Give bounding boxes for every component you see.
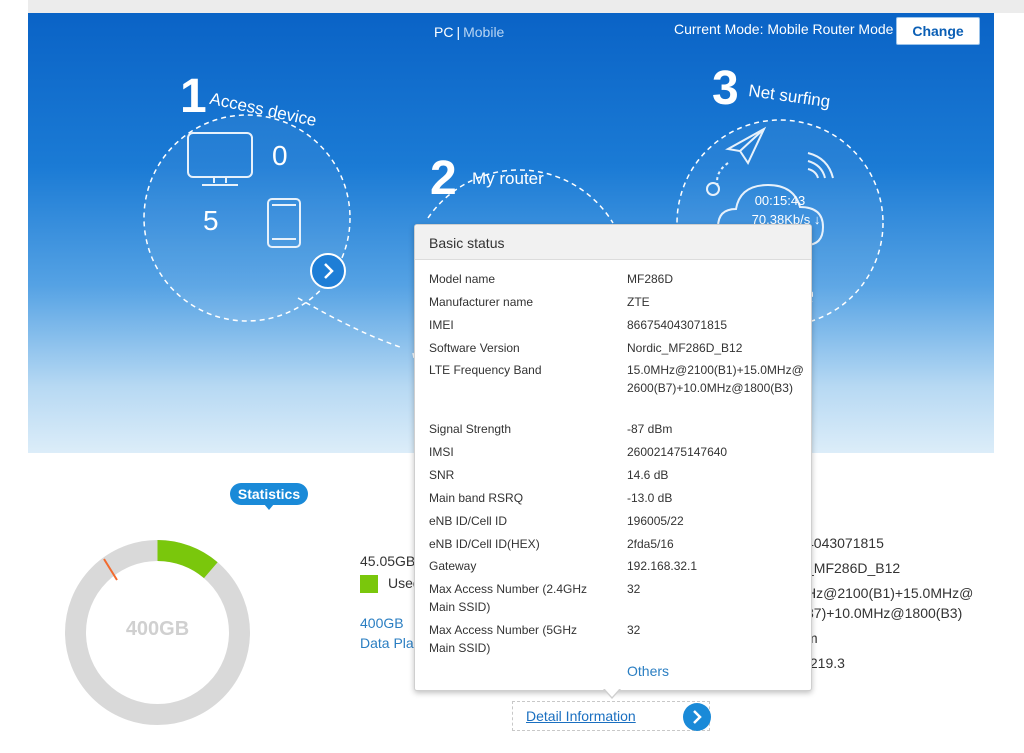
statistics-badge: Statistics — [230, 483, 308, 510]
mobile-link[interactable]: Mobile — [463, 24, 504, 40]
chevron-right-icon — [693, 710, 702, 724]
popup-pointer — [603, 688, 621, 699]
detail-information-link[interactable]: Detail Information — [526, 708, 636, 724]
view-separator: | — [456, 24, 461, 40]
snr-value: 14.6 dB — [627, 468, 669, 482]
chevron-right-icon — [324, 263, 334, 279]
max-access-5ghz-value: 32 — [627, 623, 641, 637]
used-legend: Used — [360, 575, 421, 594]
net-surfing-number: 3 — [712, 62, 739, 115]
signal-strength-value: -87 dBm — [627, 422, 673, 436]
max-access-24ghz-value: 32 — [627, 582, 641, 596]
signal-strength-label: Signal Strength — [429, 422, 512, 436]
main-band-rsrq-label: Main band RSRQ — [429, 491, 524, 505]
enb-cell-id-value: 196005/22 — [627, 514, 684, 528]
enb-cell-id-label: eNB ID/Cell ID — [429, 514, 508, 528]
lte-frequency-band-value: 15.0MHz@2100(B1)+15.0MHz@2600(B7)+10.0MH… — [627, 363, 804, 395]
imsi-label: IMSI — [429, 445, 454, 459]
imei-partial: 4043071815 — [806, 535, 884, 551]
access-device-next-button[interactable] — [310, 253, 346, 289]
imsi-value: 260021475147640 — [627, 445, 728, 459]
access-device-step-number: 1 — [180, 69, 207, 124]
gateway-label: Gateway — [429, 559, 477, 573]
model-name-value: MF286D — [627, 272, 674, 286]
others-link[interactable]: Others — [627, 663, 669, 679]
access-device-number: 1 — [180, 70, 207, 123]
change-mode-button[interactable]: Change — [896, 17, 980, 45]
pc-device-count: 0 — [272, 140, 288, 171]
current-mode-text: Current Mode: Mobile Router Mode — [674, 21, 894, 37]
popup-header: Basic status — [415, 225, 811, 260]
detail-information-button[interactable] — [683, 703, 711, 731]
max-access-24ghz-label: Max Access Number (2.4GHz Main SSID) — [429, 582, 588, 614]
popup-title: Basic status — [429, 235, 505, 251]
enb-cell-id-hex-value: 2fda5/16 — [627, 537, 674, 551]
donut-total-label: 400GB — [125, 618, 190, 640]
model-name-label: Model name — [429, 272, 496, 286]
my-router-number: 2 — [430, 152, 457, 205]
net-surfing-step-number: 3 — [712, 61, 739, 116]
my-router-step-number: 2 — [430, 151, 457, 206]
manufacturer-name-label: Manufacturer name — [429, 295, 534, 309]
mobile-device-count: 5 — [203, 205, 219, 236]
band-partial-1: Hz@2100(B1)+15.0MHz@ — [806, 585, 974, 601]
lte-frequency-band-label: LTE Frequency Band — [429, 363, 542, 377]
main-band-rsrq-value: -13.0 dB — [627, 491, 673, 505]
software-partial: _MF286D_B12 — [806, 560, 901, 576]
imei-value: 866754043071815 — [627, 318, 728, 332]
donut-used-segment — [157, 540, 218, 579]
top-strip-corner — [0, 0, 28, 13]
connector-left — [297, 297, 404, 349]
band-partial-2: 37)+10.0MHz@1800(B3) — [806, 605, 963, 621]
used-swatch — [360, 575, 378, 594]
plan-label[interactable]: Data Plan — [360, 635, 421, 651]
software-version-value: Nordic_MF286D_B12 — [627, 341, 743, 355]
pc-link[interactable]: PC — [434, 24, 453, 40]
top-strip — [0, 0, 1024, 13]
max-access-5ghz-label: Max Access Number (5GHz Main SSID) — [429, 623, 578, 655]
plan-amount[interactable]: 400GB — [360, 615, 404, 631]
imei-label: IMEI — [429, 318, 454, 332]
snr-label: SNR — [429, 468, 455, 482]
gateway-value: 192.168.32.1 — [627, 559, 698, 573]
software-version-label: Software Version — [429, 341, 520, 355]
view-switcher: PC | Mobile — [434, 24, 504, 40]
access-device-circle — [143, 114, 351, 322]
basic-status-popup: Basic status Model name MF286D Manufactu… — [414, 224, 812, 699]
my-router-title: My router — [472, 169, 544, 188]
manufacturer-name-value: ZTE — [627, 295, 650, 309]
connection-duration: 00:15:43 — [754, 193, 806, 208]
enb-cell-id-hex-label: eNB ID/Cell ID(HEX) — [429, 537, 540, 551]
used-amount: 45.05GB — [360, 553, 416, 569]
